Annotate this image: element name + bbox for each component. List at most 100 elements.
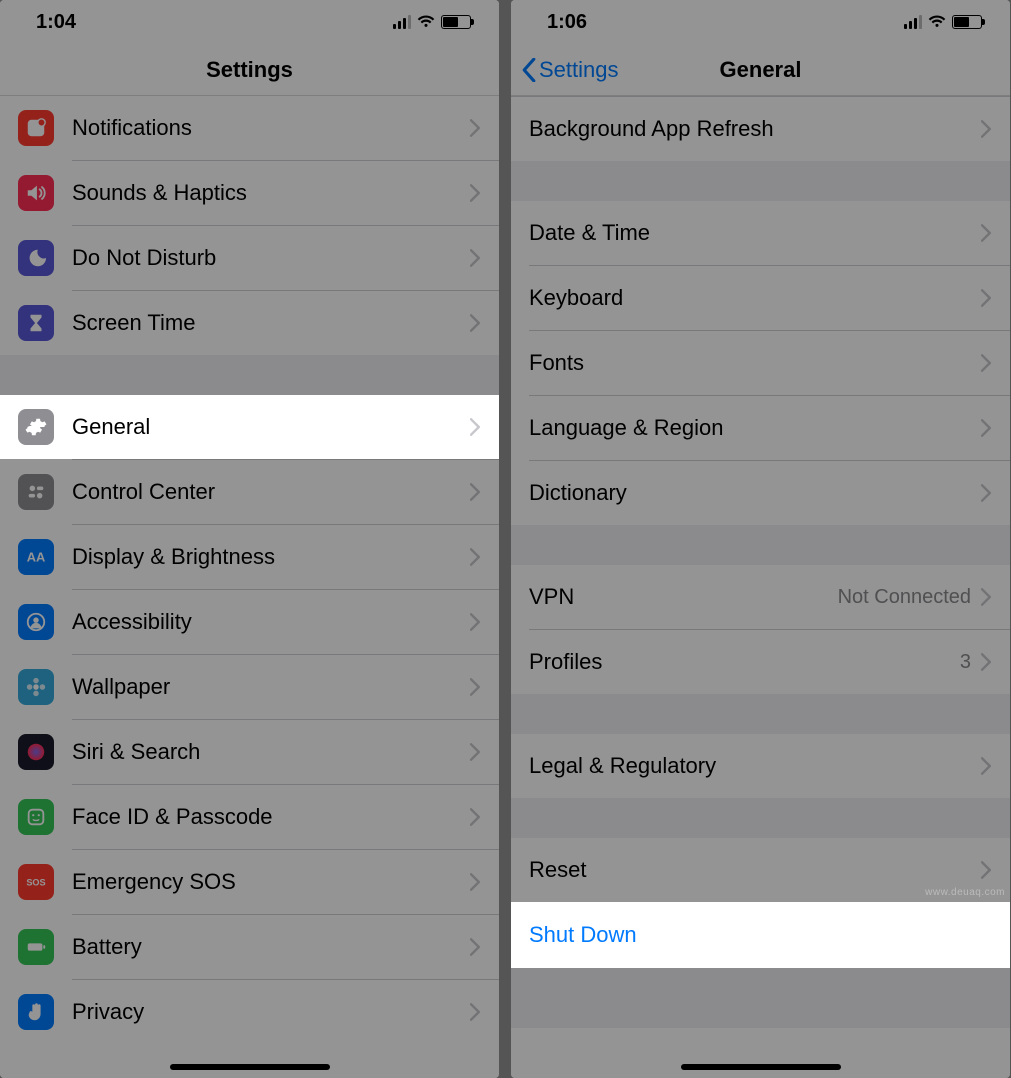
phone-general: 1:06 Settings General Background App Ref… <box>511 0 1010 1078</box>
row-label: Wallpaper <box>72 674 470 700</box>
row-bgrefresh[interactable]: Background App Refresh <box>511 97 1010 161</box>
row-label: Fonts <box>529 350 981 376</box>
siri-icon <box>18 734 54 770</box>
gear-icon <box>18 409 54 445</box>
chevron-right-icon <box>981 289 992 307</box>
row-label: Keyboard <box>529 285 981 311</box>
status-bar: 1:06 <box>511 0 1010 44</box>
row-siri[interactable]: Siri & Search <box>0 720 499 784</box>
chevron-right-icon <box>981 224 992 242</box>
row-label: Display & Brightness <box>72 544 470 570</box>
row-sounds[interactable]: Sounds & Haptics <box>0 161 499 225</box>
status-icons <box>393 15 471 29</box>
settings-list[interactable]: Notifications Sounds & Haptics Do Not Dist… <box>0 96 499 1044</box>
chevron-right-icon <box>981 354 992 372</box>
battery-icon <box>441 15 471 29</box>
row-notifications[interactable]: Notifications <box>0 96 499 160</box>
chevron-right-icon <box>981 861 992 879</box>
row-keyboard[interactable]: Keyboard <box>511 266 1010 330</box>
row-dnd[interactable]: Do Not Disturb <box>0 226 499 290</box>
row-wallpaper[interactable]: Wallpaper <box>0 655 499 719</box>
home-indicator[interactable] <box>170 1064 330 1070</box>
row-legal[interactable]: Legal & Regulatory <box>511 734 1010 798</box>
page-title: General <box>720 57 802 83</box>
row-label: Control Center <box>72 479 470 505</box>
battery-icon <box>952 15 982 29</box>
row-faceid[interactable]: Face ID & Passcode <box>0 785 499 849</box>
row-vpn[interactable]: VPNNot Connected <box>511 565 1010 629</box>
face-icon <box>18 799 54 835</box>
page-title: Settings <box>206 57 293 83</box>
row-label: Screen Time <box>72 310 470 336</box>
chevron-right-icon <box>470 548 481 566</box>
row-sos[interactable]: SOS Emergency SOS <box>0 850 499 914</box>
wifi-icon <box>928 15 946 29</box>
row-label: Privacy <box>72 999 470 1025</box>
status-time: 1:04 <box>36 11 76 34</box>
row-label: Profiles <box>529 649 960 675</box>
row-datetime[interactable]: Date & Time <box>511 201 1010 265</box>
cellular-signal-icon <box>393 15 411 29</box>
toggles-icon <box>18 474 54 510</box>
wifi-icon <box>417 15 435 29</box>
back-label: Settings <box>539 57 619 83</box>
chevron-right-icon <box>470 483 481 501</box>
row-label: VPN <box>529 584 838 610</box>
row-label: Legal & Regulatory <box>529 753 981 779</box>
row-label: Language & Region <box>529 415 981 441</box>
chevron-right-icon <box>470 808 481 826</box>
row-label: Siri & Search <box>72 739 470 765</box>
row-label: Face ID & Passcode <box>72 804 470 830</box>
hand-icon <box>18 994 54 1030</box>
battery-icon <box>18 929 54 965</box>
home-indicator[interactable] <box>681 1064 841 1070</box>
cellular-signal-icon <box>904 15 922 29</box>
row-battery[interactable]: Battery <box>0 915 499 979</box>
svg-text:SOS: SOS <box>26 878 45 888</box>
status-bar: 1:04 <box>0 0 499 44</box>
row-controlcenter[interactable]: Control Center <box>0 460 499 524</box>
chevron-right-icon <box>981 588 992 606</box>
row-accessibility[interactable]: Accessibility <box>0 590 499 654</box>
chevron-right-icon <box>470 613 481 631</box>
flower-icon <box>18 669 54 705</box>
row-general[interactable]: General <box>0 395 499 459</box>
row-label: Battery <box>72 934 470 960</box>
speaker-icon <box>18 175 54 211</box>
row-label: Shut Down <box>529 922 992 948</box>
phone-settings: 1:04 Settings Notifications Sounds & Hapt… <box>0 0 499 1078</box>
row-label: Dictionary <box>529 480 981 506</box>
chevron-right-icon <box>470 873 481 891</box>
chevron-right-icon <box>470 678 481 696</box>
row-profiles[interactable]: Profiles3 <box>511 630 1010 694</box>
chevron-right-icon <box>470 119 481 137</box>
hourglass-icon <box>18 305 54 341</box>
row-label: Emergency SOS <box>72 869 470 895</box>
chevron-right-icon <box>981 120 992 138</box>
row-label: Sounds & Haptics <box>72 180 470 206</box>
row-label: Do Not Disturb <box>72 245 470 271</box>
back-button[interactable]: Settings <box>521 44 619 95</box>
chevron-right-icon <box>470 184 481 202</box>
chevron-right-icon <box>470 743 481 761</box>
row-privacy[interactable]: Privacy <box>0 980 499 1044</box>
row-label: Notifications <box>72 115 470 141</box>
row-screentime[interactable]: Screen Time <box>0 291 499 355</box>
row-fonts[interactable]: Fonts <box>511 331 1010 395</box>
row-label: Date & Time <box>529 220 981 246</box>
row-dictionary[interactable]: Dictionary <box>511 461 1010 525</box>
row-label: General <box>72 414 470 440</box>
person-circle-icon <box>18 604 54 640</box>
chevron-right-icon <box>470 314 481 332</box>
sos-text-icon: SOS <box>18 864 54 900</box>
moon-icon <box>18 240 54 276</box>
row-shutdown[interactable]: Shut Down <box>511 902 1010 968</box>
chevron-right-icon <box>981 419 992 437</box>
row-display[interactable]: AA Display & Brightness <box>0 525 499 589</box>
square-badge-icon <box>18 110 54 146</box>
row-label: Reset <box>529 857 981 883</box>
nav-bar: Settings General <box>511 44 1010 96</box>
aa-icon: AA <box>18 539 54 575</box>
chevron-right-icon <box>470 418 481 436</box>
row-language[interactable]: Language & Region <box>511 396 1010 460</box>
